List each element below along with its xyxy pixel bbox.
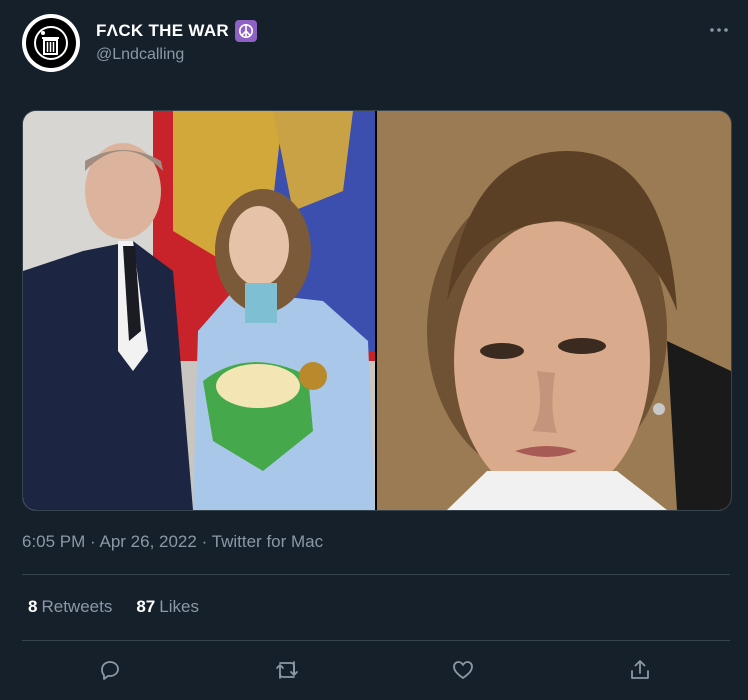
author-handle[interactable]: @Lndcalling	[96, 46, 184, 64]
like-icon[interactable]	[449, 656, 477, 684]
meta-dot: ·	[196, 532, 212, 551]
likes-label: Likes	[159, 597, 199, 616]
tweet-time[interactable]: 6:05 PM	[22, 532, 85, 551]
peace-symbol-icon	[234, 20, 257, 42]
tweet-actions	[0, 652, 748, 688]
retweets-count: 8	[28, 597, 38, 616]
tweet-meta: 6:05 PM · Apr 26, 2022 · Twitter for Mac	[22, 532, 323, 552]
divider	[22, 574, 730, 575]
media-photo-right[interactable]	[377, 111, 731, 510]
tweet-media[interactable]	[22, 110, 732, 511]
tweet: FɅCK THE WAR @Lndcalling 6:05 PM · Apr 2…	[0, 0, 748, 700]
likes-count: 87	[136, 597, 156, 616]
media-photo-left[interactable]	[23, 111, 375, 510]
retweet-icon[interactable]	[273, 656, 301, 684]
retweets-label: Retweets	[41, 597, 113, 616]
reply-icon[interactable]	[96, 656, 124, 684]
meta-dot: ·	[85, 532, 100, 551]
avatar[interactable]	[22, 14, 80, 72]
trash-can-icon	[26, 18, 76, 68]
author-name-row: FɅCK THE WAR	[96, 20, 257, 42]
retweets-stat[interactable]: 8 Retweets	[28, 597, 112, 617]
likes-stat[interactable]: 87 Likes	[136, 597, 199, 617]
more-dots-icon[interactable]	[708, 20, 730, 40]
tweet-date[interactable]: Apr 26, 2022	[99, 532, 196, 551]
share-icon[interactable]	[626, 656, 654, 684]
display-name[interactable]: FɅCK THE WAR	[96, 21, 229, 41]
divider	[22, 640, 730, 641]
tweet-stats: 8 Retweets 87 Likes	[28, 597, 199, 617]
tweet-source[interactable]: Twitter for Mac	[212, 532, 323, 551]
